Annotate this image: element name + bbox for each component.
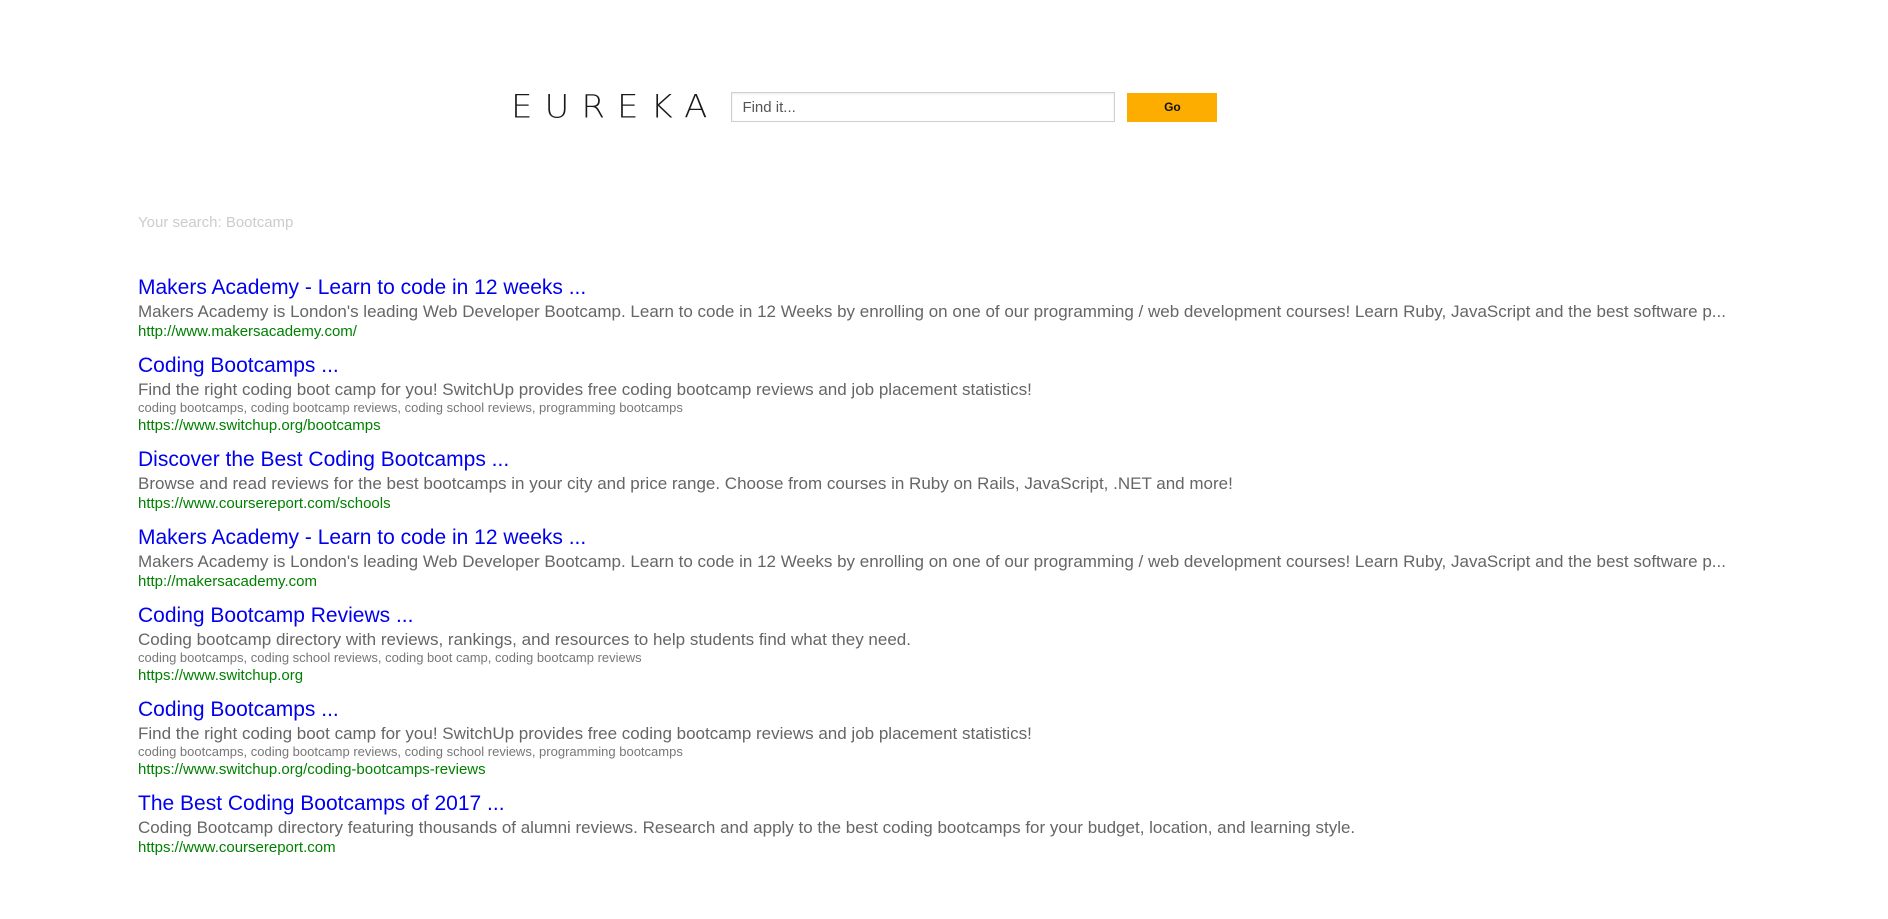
search-result: Makers Academy - Learn to code in 12 wee… (138, 525, 1748, 591)
result-url-link[interactable]: https://www.switchup.org (138, 666, 1748, 685)
result-title-link[interactable]: Coding Bootcamps ... (138, 697, 1748, 722)
go-button[interactable]: Go (1127, 92, 1218, 122)
search-result: Coding Bootcamps ... Find the right codi… (138, 697, 1748, 779)
search-input[interactable] (731, 92, 1116, 122)
search-result: Discover the Best Coding Bootcamps ... B… (138, 447, 1748, 513)
results-list: Makers Academy - Learn to code in 12 wee… (138, 275, 1748, 869)
result-title-link[interactable]: Coding Bootcamp Reviews ... (138, 603, 1748, 628)
result-url-link[interactable]: http://www.makersacademy.com/ (138, 322, 1748, 341)
search-result: Makers Academy - Learn to code in 12 wee… (138, 275, 1748, 341)
result-description: Find the right coding boot camp for you!… (138, 380, 1032, 399)
search-result: The Best Coding Bootcamps of 2017 ... Co… (138, 791, 1748, 857)
search-result: Coding Bootcamps ... Find the right codi… (138, 353, 1748, 435)
result-description: Coding bootcamp directory with reviews, … (138, 630, 911, 649)
result-title-link[interactable]: Makers Academy - Learn to code in 12 wee… (138, 275, 1748, 300)
result-url-link[interactable]: https://www.coursereport.com/schools (138, 494, 1748, 513)
result-url-link[interactable]: https://www.switchup.org/bootcamps (138, 416, 1748, 435)
result-title-link[interactable]: Coding Bootcamps ... (138, 353, 1748, 378)
result-description: Makers Academy is London's leading Web D… (138, 302, 1726, 321)
result-title-link[interactable]: Discover the Best Coding Bootcamps ... (138, 447, 1748, 472)
result-url-link[interactable]: https://www.coursereport.com (138, 838, 1748, 857)
result-description: Makers Academy is London's leading Web D… (138, 552, 1726, 571)
result-url-link[interactable]: http://makersacademy.com (138, 572, 1748, 591)
search-summary: Your search: Bootcamp (138, 214, 294, 231)
result-title-link[interactable]: The Best Coding Bootcamps of 2017 ... (138, 791, 1748, 816)
result-description: Browse and read reviews for the best boo… (138, 474, 1233, 493)
result-url-link[interactable]: https://www.switchup.org/coding-bootcamp… (138, 760, 1748, 779)
result-description: Coding Bootcamp directory featuring thou… (138, 818, 1356, 837)
search-result: Coding Bootcamp Reviews ... Coding bootc… (138, 603, 1748, 685)
result-keywords: coding bootcamps, coding bootcamp review… (138, 744, 683, 759)
result-description: Find the right coding boot camp for you!… (138, 724, 1032, 743)
eureka-logo[interactable]: EUREKA (511, 90, 719, 124)
result-keywords: coding bootcamps, coding bootcamp review… (138, 400, 683, 415)
result-title-link[interactable]: Makers Academy - Learn to code in 12 wee… (138, 525, 1748, 550)
search-header: EUREKA Go (511, 89, 1218, 125)
result-keywords: coding bootcamps, coding school reviews,… (138, 650, 642, 665)
